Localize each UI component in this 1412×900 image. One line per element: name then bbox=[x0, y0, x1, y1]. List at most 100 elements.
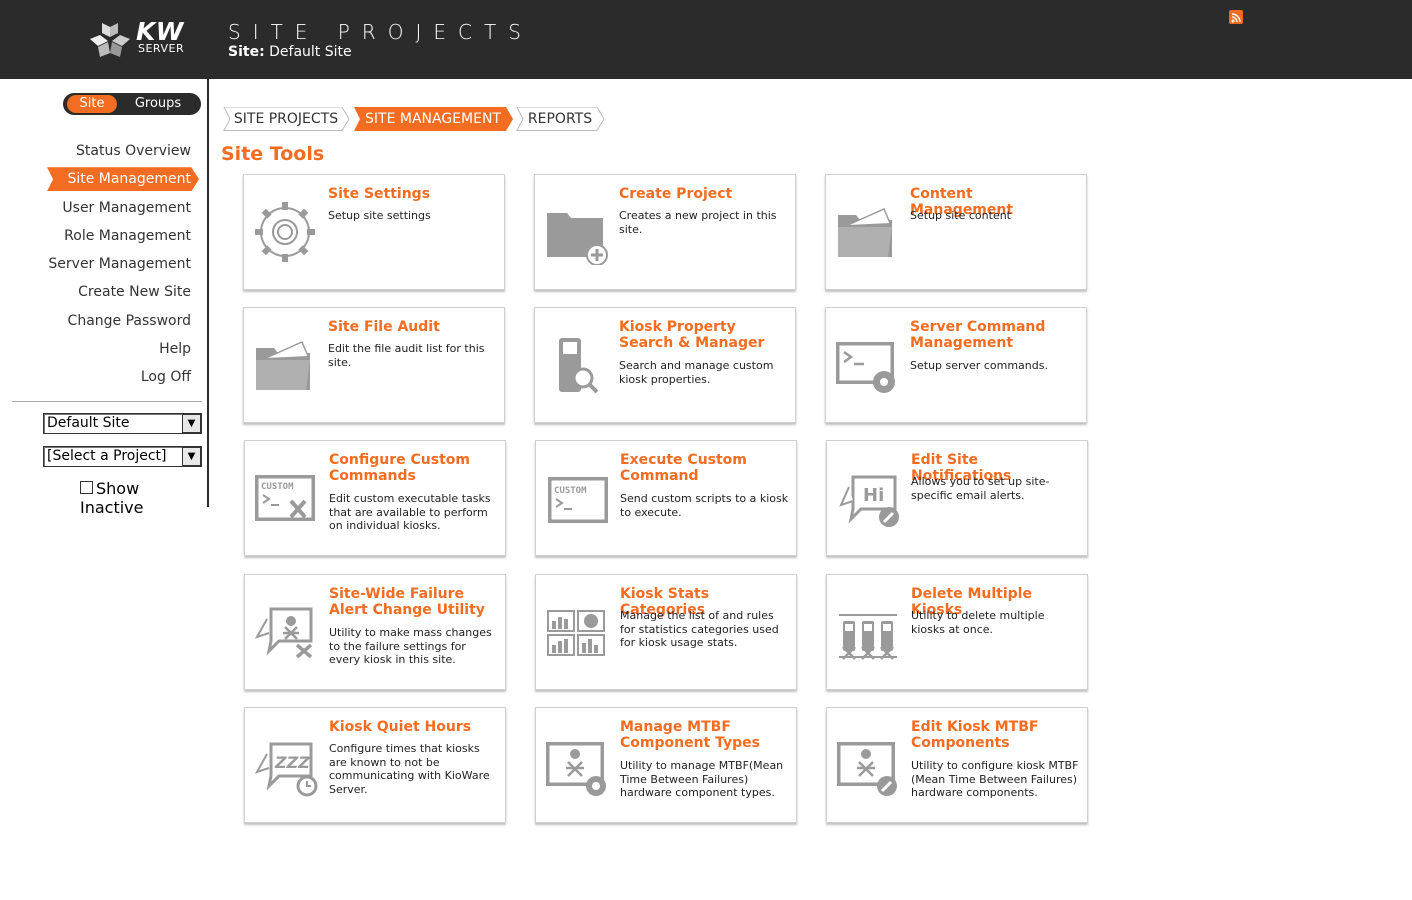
site-name: Default Site bbox=[269, 44, 352, 60]
svg-text:ZZZ: ZZZ bbox=[274, 753, 310, 772]
chevron-down-icon[interactable]: ▼ bbox=[182, 447, 201, 466]
card-title: Create Project bbox=[619, 186, 733, 202]
card-description: Edit custom executable tasks that are av… bbox=[329, 492, 491, 532]
card-server-command-management[interactable]: Server Command Management Setup server c… bbox=[825, 307, 1087, 423]
site-select-value: Default Site bbox=[47, 415, 130, 431]
card-title: Edit Kiosk MTBF Components bbox=[911, 719, 1039, 751]
toggle-groups[interactable]: Groups bbox=[125, 95, 191, 113]
card-site-settings[interactable]: Site Settings Setup site settings bbox=[243, 174, 505, 290]
kw-server-logo[interactable]: KW SERVER bbox=[88, 17, 204, 61]
sidebar-item-log-off[interactable]: Log Off bbox=[48, 365, 191, 393]
logo-icon bbox=[90, 23, 130, 57]
tab-site-management[interactable]: SITE MANAGEMENT bbox=[352, 107, 514, 131]
card-description: Creates a new project in this site. bbox=[619, 209, 777, 236]
card-description: Setup site content bbox=[910, 209, 1011, 222]
card-title: Site Settings bbox=[328, 186, 431, 202]
sidebar: Site Groups Status Overview Site Managem… bbox=[0, 79, 209, 517]
card-edit-kiosk-mtbf-components[interactable]: Edit Kiosk MTBF Components Utility to co… bbox=[826, 707, 1088, 823]
card-kiosk-stats-categories[interactable]: Kiosk Stats Categories Manage the list o… bbox=[535, 574, 797, 690]
card-description: Search and manage custom kiosk propertie… bbox=[619, 359, 774, 386]
card-configure-custom-commands[interactable]: CUSTOM Configure Custom Commands Edit cu… bbox=[244, 440, 506, 556]
card-description: Allows you to set up site-specific email… bbox=[911, 475, 1050, 502]
card-site-file-audit[interactable]: Site File Audit Edit the file audit list… bbox=[243, 307, 505, 423]
svg-text:Hi: Hi bbox=[863, 485, 884, 506]
sidebar-nav: Status Overview Site Management User Man… bbox=[48, 139, 191, 394]
site-groups-toggle: Site Groups bbox=[63, 93, 201, 115]
show-inactive-checkbox[interactable]: Show Inactive bbox=[80, 479, 207, 517]
top-header: KW SERVER SITE PROJECTS Site: Default Si… bbox=[0, 0, 1412, 79]
kiosk-search-icon bbox=[559, 338, 599, 394]
card-description: Utility to manage MTBF(Mean Time Between… bbox=[620, 759, 784, 799]
chevron-down-icon[interactable]: ▼ bbox=[182, 414, 201, 433]
mtbf-edit-icon bbox=[837, 742, 897, 796]
sidebar-item-user-management[interactable]: User Management bbox=[48, 196, 191, 224]
card-site-wide-failure-alert[interactable]: Site-Wide Failure Alert Change Utility U… bbox=[244, 574, 506, 690]
site-tools-grid: Site Settings Setup site settings Create… bbox=[243, 174, 1093, 834]
card-title: Configure Custom Commands bbox=[329, 452, 470, 484]
folder-audit-icon bbox=[256, 341, 310, 390]
tab-label: SITE PROJECTS bbox=[233, 111, 339, 127]
card-execute-custom-command[interactable]: CUSTOM Execute Custom Command Send custo… bbox=[535, 440, 797, 556]
delete-kiosks-icon bbox=[839, 614, 897, 660]
card-title: Site File Audit bbox=[328, 319, 440, 335]
terminal-gear-icon bbox=[836, 342, 895, 393]
card-title: Kiosk Property Search & Manager bbox=[619, 319, 765, 351]
site-select[interactable]: Default Site ▼ bbox=[43, 413, 202, 434]
tab-label: REPORTS bbox=[527, 111, 593, 127]
card-create-project[interactable]: Create Project Creates a new project in … bbox=[534, 174, 796, 290]
card-description: Send custom scripts to a kiosk to execut… bbox=[620, 492, 789, 519]
custom-command-icon: CUSTOM bbox=[548, 477, 608, 523]
logo-subtext: SERVER bbox=[138, 42, 185, 55]
card-description: Edit the file audit list for this site. bbox=[328, 342, 485, 369]
sidebar-item-server-management[interactable]: Server Management bbox=[48, 252, 191, 280]
card-content-management[interactable]: Content Management Setup site content bbox=[825, 174, 1087, 290]
card-kiosk-quiet-hours[interactable]: ZZZ Kiosk Quiet Hours Configure times th… bbox=[244, 707, 506, 823]
sidebar-item-change-password[interactable]: Change Password bbox=[48, 309, 191, 337]
card-description: Utility to make mass changes to the fail… bbox=[329, 626, 492, 666]
custom-tools-icon: CUSTOM bbox=[255, 475, 315, 521]
tab-reports[interactable]: REPORTS bbox=[515, 107, 605, 131]
quiet-hours-icon: ZZZ bbox=[254, 742, 318, 797]
card-description: Setup server commands. bbox=[910, 359, 1048, 372]
card-edit-site-notifications[interactable]: Hi Edit Site Notifications Allows you to… bbox=[826, 440, 1088, 556]
project-select-value: [Select a Project] bbox=[47, 448, 167, 464]
section-title: Site Tools bbox=[221, 143, 325, 165]
checkbox-box[interactable] bbox=[80, 481, 93, 494]
notification-edit-icon: Hi bbox=[839, 475, 899, 527]
card-title: Site-Wide Failure Alert Change Utility bbox=[329, 586, 485, 618]
failure-alert-icon bbox=[254, 607, 313, 659]
app-title: SITE PROJECTS bbox=[228, 20, 533, 44]
sidebar-item-role-management[interactable]: Role Management bbox=[48, 224, 191, 252]
toggle-site[interactable]: Site bbox=[67, 95, 117, 113]
card-description: Setup site settings bbox=[328, 209, 431, 222]
tab-label: SITE MANAGEMENT bbox=[365, 111, 501, 127]
svg-text:CUSTOM: CUSTOM bbox=[554, 486, 587, 496]
sidebar-item-status-overview[interactable]: Status Overview bbox=[48, 139, 191, 167]
project-select[interactable]: [Select a Project] ▼ bbox=[43, 446, 202, 467]
stats-grid-icon bbox=[547, 610, 605, 656]
folder-add-icon bbox=[547, 213, 608, 265]
card-description: Manage the list of and rules for statist… bbox=[620, 609, 779, 649]
current-site: Site: Default Site bbox=[228, 44, 352, 60]
site-label: Site: bbox=[228, 44, 265, 60]
card-kiosk-property-search[interactable]: Kiosk Property Search & Manager Search a… bbox=[534, 307, 796, 423]
sidebar-divider bbox=[12, 401, 202, 402]
card-title: Kiosk Quiet Hours bbox=[329, 719, 472, 735]
card-description: Utility to configure kiosk MTBF (Mean Ti… bbox=[911, 759, 1079, 799]
card-manage-mtbf-component-types[interactable]: Manage MTBF Component Types Utility to m… bbox=[535, 707, 797, 823]
tab-site-projects[interactable]: SITE PROJECTS bbox=[222, 107, 350, 131]
sidebar-item-site-management[interactable]: Site Management bbox=[48, 167, 191, 195]
svg-text:CUSTOM: CUSTOM bbox=[261, 482, 294, 492]
mtbf-gear-icon bbox=[546, 742, 606, 796]
card-title: Manage MTBF Component Types bbox=[620, 719, 760, 751]
sidebar-item-help[interactable]: Help bbox=[48, 337, 191, 365]
gear-icon bbox=[255, 202, 315, 262]
card-description: Configure times that kiosks are known to… bbox=[329, 742, 490, 796]
rss-icon[interactable] bbox=[1229, 10, 1243, 24]
card-title: Execute Custom Command bbox=[620, 452, 747, 484]
card-delete-multiple-kiosks[interactable]: Delete Multiple Kiosks Utility to delete… bbox=[826, 574, 1088, 690]
folder-content-icon bbox=[838, 208, 892, 257]
card-description: Utility to delete multiple kiosks at onc… bbox=[911, 609, 1045, 636]
card-title: Server Command Management bbox=[910, 319, 1046, 351]
sidebar-item-create-new-site[interactable]: Create New Site bbox=[48, 280, 191, 308]
